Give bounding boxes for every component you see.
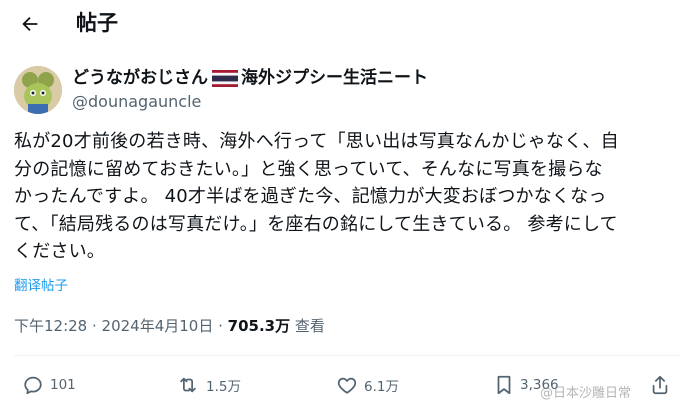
view-count: 705.3万 [227, 317, 291, 335]
like-button[interactable]: 6.1万 [336, 374, 399, 396]
reply-icon [24, 376, 42, 395]
avatar[interactable] [14, 66, 62, 114]
like-count: 6.1万 [364, 379, 399, 395]
view-count-label: 查看 [290, 317, 325, 335]
avatar-image [14, 66, 62, 114]
back-button[interactable] [16, 10, 44, 38]
display-name-part-2: 海外ジプシー生活ニート [241, 68, 428, 88]
top-bar: 帖子 [0, 0, 690, 48]
author-display-name[interactable]: どうながおじさん 海外ジプシー生活ニート [72, 66, 428, 90]
page-title: 帖子 [76, 11, 118, 35]
translate-post-link[interactable]: 翻译帖子 [14, 274, 68, 294]
repost-button[interactable]: 1.5万 [176, 374, 241, 396]
post-text: 私が20才前後の若き時、海外へ行って「思い出は写真なんかじゃなく、自 分の記憶に… [14, 131, 619, 262]
share-button[interactable] [650, 374, 670, 396]
reply-button[interactable]: 101 [22, 374, 76, 396]
divider [14, 355, 680, 356]
author-handle[interactable]: @dounagauncle [72, 91, 201, 113]
repost-count: 1.5万 [206, 379, 241, 395]
bookmark-icon [497, 375, 511, 395]
heart-icon [337, 377, 357, 394]
watermark: @日本沙雕日常 [540, 386, 632, 401]
post-timestamp[interactable]: 下午12:28 · 2024年4月10日 · [14, 317, 228, 335]
reply-count: 101 [50, 377, 76, 393]
arrow-left-icon [22, 16, 38, 32]
share-icon [652, 375, 668, 395]
post-meta: 下午12:28 · 2024年4月10日 · 705.3万 查看 [14, 315, 325, 337]
display-name-part-1: どうながおじさん [72, 68, 208, 88]
thailand-flag-icon [212, 69, 238, 87]
repost-icon [180, 377, 196, 393]
